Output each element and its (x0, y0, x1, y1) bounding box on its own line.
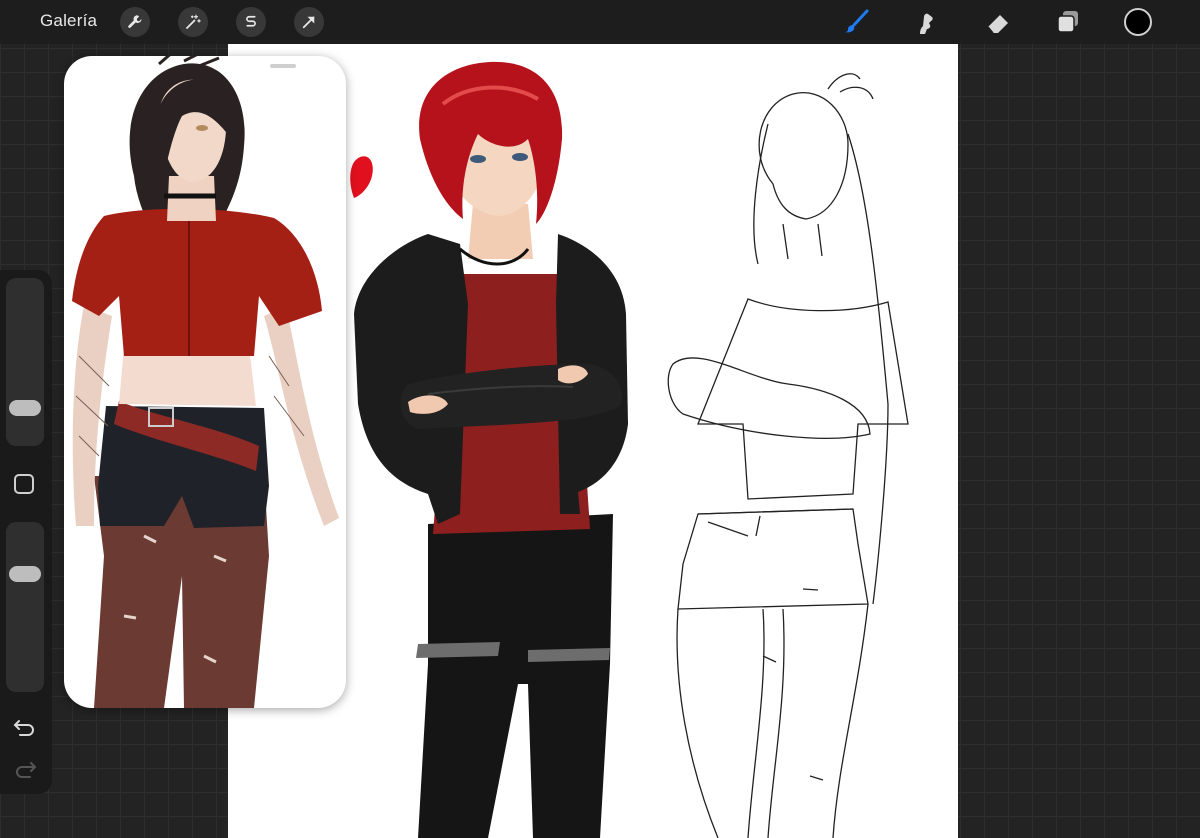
selection-s-icon[interactable] (236, 7, 266, 37)
layers-icon[interactable] (1052, 6, 1084, 38)
left-sidebar (0, 270, 52, 794)
undo-icon[interactable] (12, 716, 38, 738)
eyedropper-modify-button[interactable] (14, 474, 34, 494)
brush-size-slider[interactable] (6, 278, 44, 446)
eraser-icon[interactable] (982, 6, 1014, 38)
reference-window-handle[interactable] (270, 64, 296, 68)
opacity-slider[interactable] (6, 522, 44, 692)
brush-size-slider-thumb[interactable] (9, 400, 41, 416)
transform-arrow-icon[interactable] (294, 7, 324, 37)
female-lineart-sketch (667, 73, 909, 838)
opacity-slider-thumb[interactable] (9, 566, 41, 582)
reference-window[interactable] (64, 56, 346, 708)
redo-icon[interactable] (12, 758, 38, 780)
female-reference-illustration (72, 56, 339, 708)
reference-image (72, 56, 339, 708)
wrench-icon[interactable] (120, 7, 150, 37)
top-toolbar: Galería (0, 0, 1200, 44)
brush-icon[interactable] (840, 6, 872, 38)
male-character-illustration (354, 61, 628, 838)
red-paint-mark (350, 156, 373, 198)
current-color-swatch[interactable] (1124, 8, 1152, 36)
magic-wand-icon[interactable] (178, 7, 208, 37)
smudge-icon[interactable] (910, 6, 942, 38)
gallery-button[interactable]: Galería (40, 11, 97, 31)
